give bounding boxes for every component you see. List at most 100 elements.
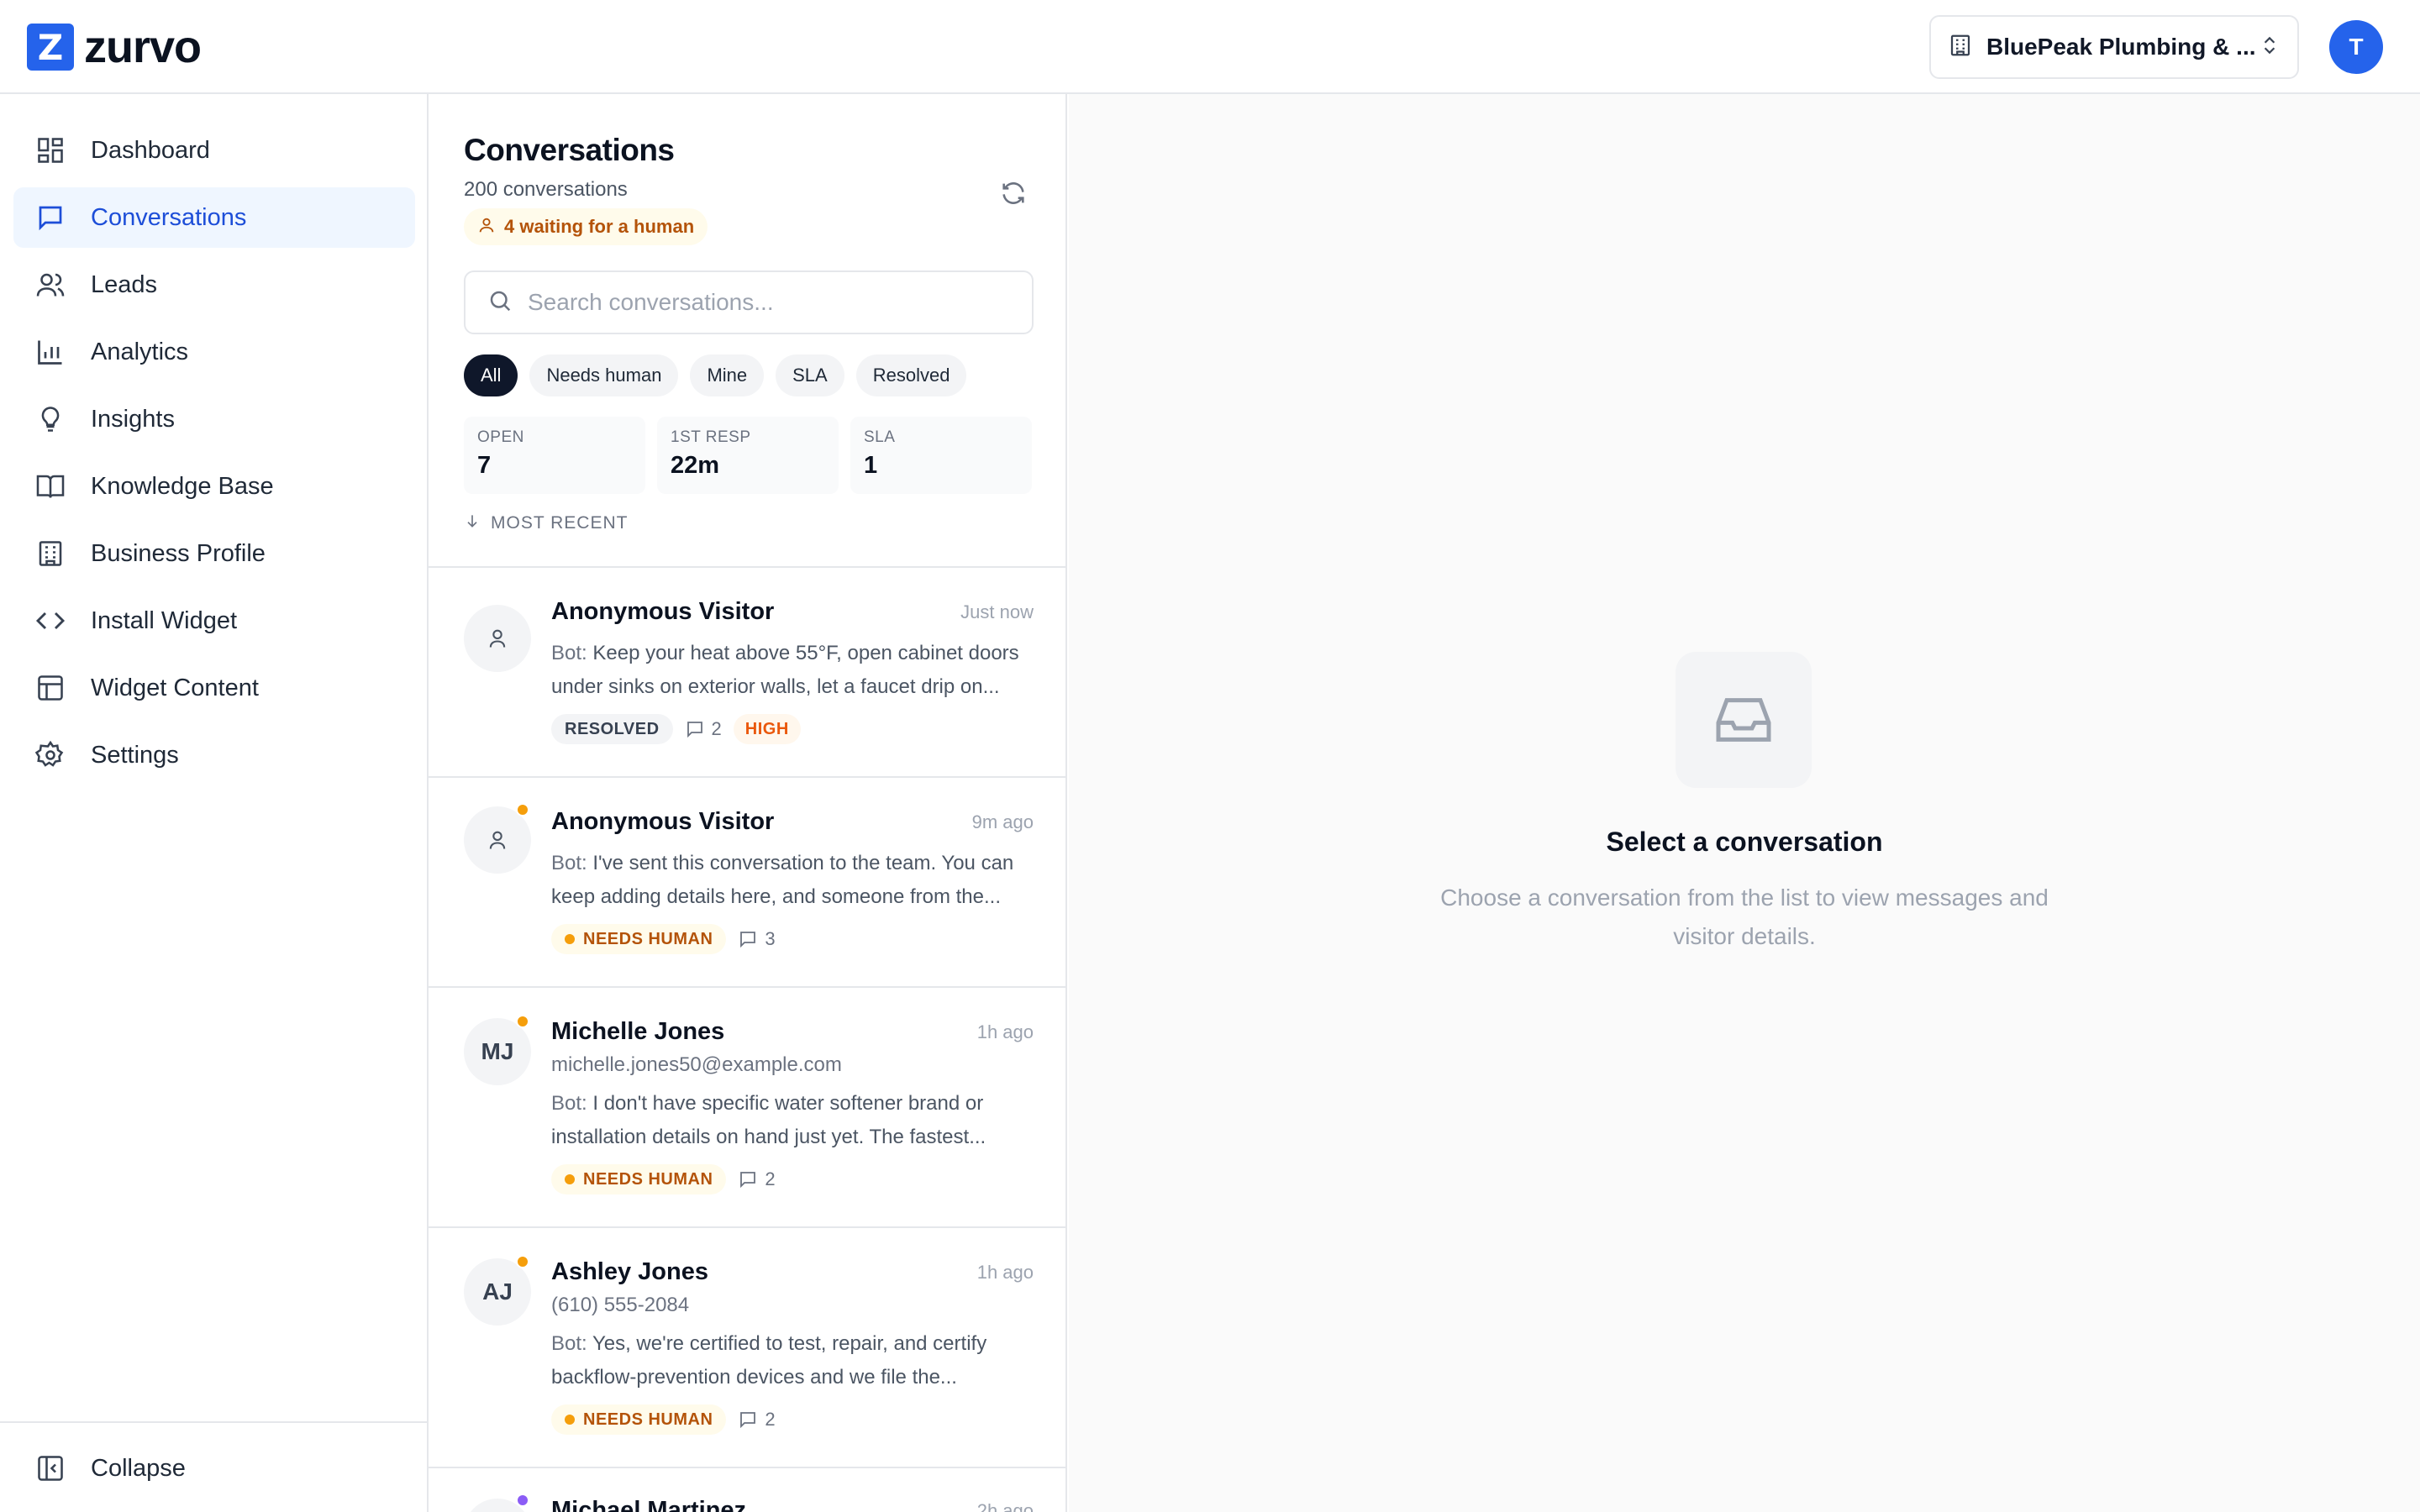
stat-label: 1ST RESP — [671, 428, 751, 446]
sidebar-item-label: Analytics — [91, 338, 189, 365]
sidebar-item-label: Install Widget — [91, 606, 238, 634]
conversation-tags: RESOLVED 2 HIGH — [551, 714, 801, 744]
collapse-button[interactable]: Collapse — [13, 1438, 415, 1499]
sidebar-item-label: Business Profile — [91, 539, 266, 567]
stat-value: 22m — [671, 452, 720, 479]
status-badge: NEEDS HUMAN — [551, 924, 727, 954]
contact-detail: michelle.jones50@example.com — [551, 1053, 842, 1076]
conversation-tags: NEEDS HUMAN 2 — [551, 1164, 776, 1194]
sidebar-item-label: Settings — [91, 741, 179, 769]
message-preview: Bot: I don't have specific water softene… — [551, 1087, 1034, 1154]
collapse-icon — [34, 1452, 67, 1485]
status-badge: NEEDS HUMAN — [551, 1164, 727, 1194]
sidebar-item-knowledge-base[interactable]: Knowledge Base — [13, 456, 415, 517]
conversation-item[interactable]: MJ Michelle Jones 1h ago michelle.jones5… — [429, 988, 1065, 1228]
timestamp: Just now — [960, 601, 1034, 622]
business-switcher[interactable]: BluePeak Plumbing & ... — [1929, 15, 2299, 79]
filter-sla[interactable]: SLA — [776, 354, 844, 396]
message-count: 3 — [738, 928, 776, 950]
conversation-detail-panel: Select a conversation Choose a conversat… — [1069, 94, 2420, 1512]
sidebar-item-business-profile[interactable]: Business Profile — [13, 523, 415, 584]
conversation-tags: NEEDS HUMAN 3 — [551, 924, 776, 954]
building-icon — [34, 537, 67, 570]
stats-row: OPEN 7 1ST RESP 22m SLA 1 — [464, 417, 1032, 494]
unread-dot — [516, 1494, 529, 1507]
avatar — [464, 605, 531, 672]
status-badge: NEEDS HUMAN — [551, 1404, 727, 1435]
dashboard-icon — [34, 134, 67, 167]
filter-needs-human[interactable]: Needs human — [529, 354, 679, 396]
filter-all[interactable]: All — [464, 354, 518, 396]
conversation-item[interactable]: AJ Ashley Jones 1h ago (610) 555-2084 Bo… — [429, 1228, 1065, 1468]
waiting-badge[interactable]: 4 waiting for a human — [464, 208, 708, 245]
building-icon — [1948, 33, 1973, 62]
sidebar-item-dashboard[interactable]: Dashboard — [13, 120, 415, 181]
unread-dot — [516, 803, 529, 816]
sidebar-item-analytics[interactable]: Analytics — [13, 322, 415, 382]
contact-name: Anonymous Visitor — [551, 598, 775, 625]
contact-detail: (610) 555-2084 — [551, 1294, 690, 1316]
stat-first-response: 1ST RESP 22m — [657, 417, 839, 494]
sidebar-item-label: Leads — [91, 270, 158, 298]
status-badge: RESOLVED — [551, 714, 673, 744]
message-count: 2 — [685, 718, 722, 740]
filter-mine[interactable]: Mine — [690, 354, 765, 396]
filter-resolved[interactable]: Resolved — [855, 354, 967, 396]
logo[interactable]: Z zurvo — [27, 24, 202, 71]
avatar: AJ — [464, 1258, 531, 1326]
bar-chart-icon — [34, 335, 67, 369]
refresh-button[interactable] — [990, 171, 1037, 218]
message-preview: Bot: I've sent this conversation to the … — [551, 847, 1034, 914]
sidebar-item-conversations[interactable]: Conversations — [13, 187, 415, 248]
avatar: MJ — [464, 1018, 531, 1085]
sidebar-item-label: Insights — [91, 405, 175, 433]
logo-mark: Z — [27, 24, 74, 71]
sidebar-item-settings[interactable]: Settings — [13, 725, 415, 785]
filter-chips: All Needs human Mine SLA Resolved — [464, 354, 967, 396]
empty-state-description: Choose a conversation from the list to v… — [1440, 885, 2049, 949]
users-icon — [34, 268, 67, 302]
sidebar-item-label: Conversations — [91, 203, 247, 231]
sidebar-item-label: Knowledge Base — [91, 472, 274, 500]
business-name: BluePeak Plumbing & ... — [1986, 34, 2256, 60]
conversation-item[interactable]: Anonymous Visitor 9m ago Bot: I've sent … — [429, 778, 1065, 988]
sidebar-item-insights[interactable]: Insights — [13, 389, 415, 449]
preview-text: Keep your heat above 55°F, open cabinet … — [551, 642, 1019, 698]
top-bar: Z zurvo BluePeak Plumbing & ... T — [0, 0, 2420, 94]
collapse-label: Collapse — [91, 1454, 186, 1482]
priority-badge: HIGH — [733, 714, 801, 744]
conversation-list-panel: Conversations 200 conversations 4 waitin… — [429, 94, 1067, 1512]
contact-name: Michael Martinez — [551, 1497, 747, 1512]
user-icon — [477, 216, 496, 239]
preview-text: Yes, we're certified to test, repair, an… — [551, 1332, 987, 1389]
sidebar-item-leads[interactable]: Leads — [13, 255, 415, 315]
preview-text: I've sent this conversation to the team.… — [551, 852, 1014, 908]
sidebar-item-widget-content[interactable]: Widget Content — [13, 658, 415, 718]
page-title: Conversations — [464, 133, 675, 167]
book-icon — [34, 470, 67, 503]
gear-icon — [34, 738, 67, 772]
chevron-updown-icon — [2259, 34, 2281, 60]
bot-prefix: Bot: — [551, 852, 587, 874]
timestamp: 2h ago — [976, 1500, 1034, 1512]
sidebar-item-install-widget[interactable]: Install Widget — [13, 591, 415, 651]
conversation-count: 200 conversations — [464, 178, 628, 201]
sort-label: MOST RECENT — [491, 513, 629, 533]
conversation-item[interactable]: Michael Martinez 2h ago — [429, 1468, 1065, 1512]
timestamp: 9m ago — [971, 811, 1034, 832]
contact-name: Michelle Jones — [551, 1018, 725, 1045]
sort-toggle[interactable]: MOST RECENT — [464, 512, 628, 534]
conversation-tags: NEEDS HUMAN 2 — [551, 1404, 776, 1435]
refresh-icon — [999, 179, 1028, 212]
message-preview: Bot: Keep your heat above 55°F, open cab… — [551, 637, 1034, 704]
search-input[interactable] — [528, 289, 998, 316]
bot-prefix: Bot: — [551, 1092, 587, 1115]
bot-prefix: Bot: — [551, 1332, 587, 1355]
inbox-icon — [1676, 652, 1812, 788]
search-icon — [487, 288, 513, 318]
conversation-item[interactable]: Anonymous Visitor Just now Bot: Keep you… — [429, 568, 1065, 778]
user-avatar[interactable]: T — [2329, 20, 2383, 74]
message-icon — [740, 1412, 756, 1429]
search-field[interactable] — [464, 270, 1034, 334]
chat-icon — [34, 201, 67, 234]
